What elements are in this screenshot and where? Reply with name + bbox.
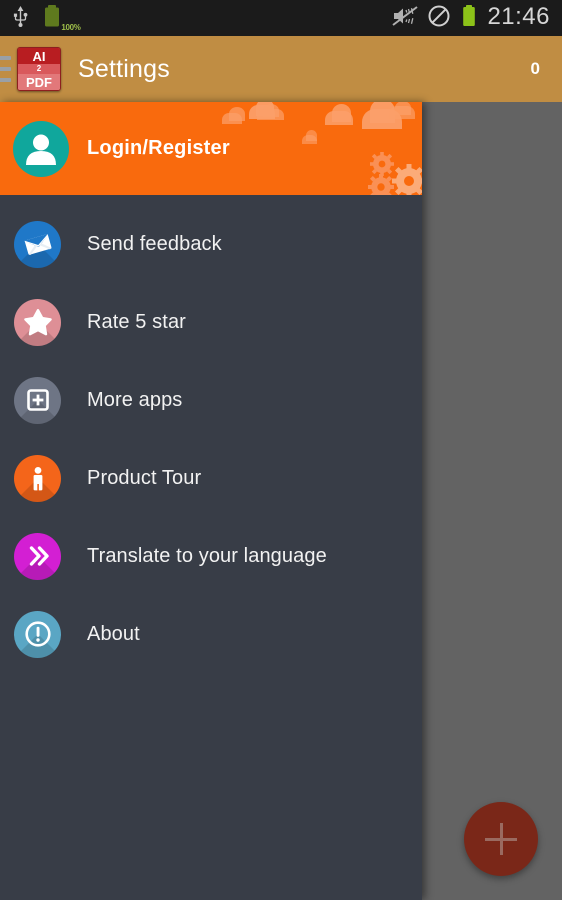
drawer-item-rate-5-star[interactable]: Rate 5 star [0, 283, 422, 361]
drawer-item-send-feedback[interactable]: Send feedback [0, 205, 422, 283]
drawer-item-label: Rate 5 star [87, 310, 186, 333]
hamburger-line [0, 67, 11, 71]
cloud-icon [229, 107, 245, 121]
drawer-header-login-register[interactable]: Login/Register [0, 102, 422, 195]
navigation-drawer: Login/Register Send feedback Rate 5 star… [0, 102, 422, 900]
drawer-item-product-tour[interactable]: Product Tour [0, 439, 422, 517]
add-fab[interactable] [464, 802, 538, 876]
drawer-menu-list: Send feedback Rate 5 star More apps Prod… [0, 195, 422, 673]
star-icon [14, 298, 61, 346]
status-bar: 100% 21:46 [0, 0, 562, 36]
info-exclamation-icon [14, 610, 61, 658]
plus-icon [499, 823, 503, 855]
app-icon-bottom-text: PDF [18, 74, 60, 90]
app-icon-mid-text: 2 [18, 64, 60, 75]
battery-icon [460, 4, 478, 33]
user-avatar-icon [13, 120, 69, 177]
drawer-item-label: Send feedback [87, 232, 222, 255]
ai2pdf-app-icon[interactable]: AI 2 PDF [17, 47, 61, 91]
drawer-item-translate[interactable]: Translate to your language [0, 517, 422, 595]
vibrate-off-icon [392, 5, 419, 32]
envelope-icon [14, 220, 61, 268]
drawer-item-label: About [87, 622, 140, 645]
status-clock: 21:46 [487, 3, 550, 30]
app-screen: 100% 21:46 AI 2 PDF Settings 0 Login/Reg… [0, 0, 562, 900]
cloud-icon [306, 130, 317, 141]
do-not-disturb-icon [427, 4, 451, 33]
gear-icon [370, 152, 394, 176]
drawer-item-more-apps[interactable]: More apps [0, 361, 422, 439]
add-box-icon [14, 376, 61, 424]
hamburger-menu-icon[interactable] [0, 49, 14, 89]
drawer-item-label: More apps [87, 388, 183, 411]
usb-icon [12, 5, 29, 32]
drawer-item-label: Product Tour [87, 466, 202, 489]
hamburger-line [0, 56, 11, 60]
status-bar-left-icons: 100% [12, 4, 81, 33]
pedestrian-icon [14, 454, 61, 502]
item-count-badge: 0 [530, 59, 540, 78]
drawer-item-label: Translate to your language [87, 544, 327, 567]
action-bar: AI 2 PDF Settings 0 [0, 36, 562, 102]
gear-icon [368, 174, 394, 195]
cloud-icon [395, 102, 411, 115]
double-chevron-icon [14, 532, 61, 580]
cloud-icon [263, 104, 279, 117]
status-bar-right-icons: 21:46 [392, 4, 550, 33]
cloud-icon [332, 104, 351, 122]
hamburger-line [0, 78, 11, 82]
drawer-item-about[interactable]: About [0, 595, 422, 673]
battery-charge-icon: 100% [39, 4, 81, 33]
battery-percent-label: 100% [61, 22, 81, 32]
gear-icon [392, 164, 422, 195]
app-icon-top-text: AI [18, 48, 60, 65]
page-title: Settings [78, 54, 170, 83]
login-register-label: Login/Register [87, 137, 230, 159]
